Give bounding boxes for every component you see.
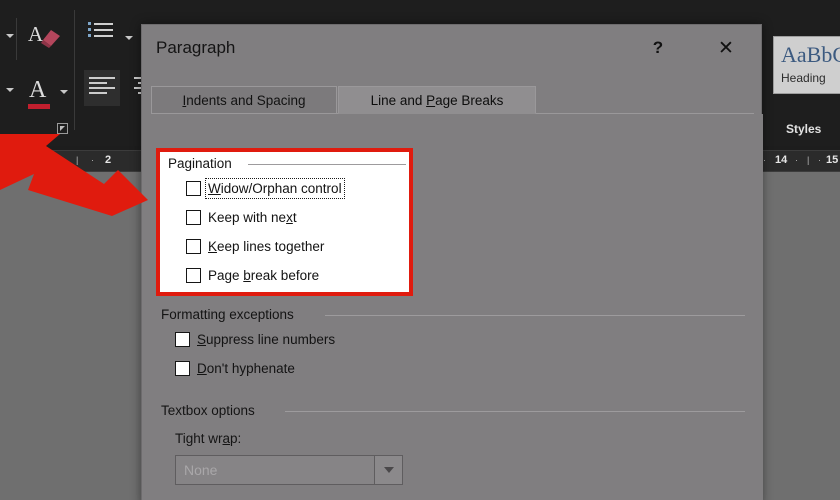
checkbox-page-break-before[interactable]: Page break before [186,268,319,283]
checkbox-label: Keep lines together [208,239,325,254]
font-color-icon[interactable]: A [28,78,58,112]
dialog-body: Pagination Widow/Orphan control Keep wit… [142,114,763,500]
ruler-mark-right-1: 14 [775,154,788,166]
checkbox-box[interactable] [186,239,201,254]
checkbox-label: Page break before [208,268,320,283]
dialog-tab-strip: Indents and Spacing Line and Page Breaks [151,86,754,114]
align-left-icon[interactable] [84,70,120,106]
bullets-icon[interactable] [88,22,113,40]
style-preview-name: Heading [781,71,826,85]
pagination-group-label: Pagination [168,156,232,171]
ribbon-group-divider [74,10,75,130]
checkbox-box[interactable] [175,361,190,376]
ruler-mark-right-2: 15 [826,154,839,166]
checkbox-label: Don't hyphenate [197,361,295,376]
close-button[interactable]: ✕ [707,33,745,63]
font-color-dropdown-chevron-icon[interactable] [6,88,14,92]
dialog-launcher-icon[interactable] [57,123,68,134]
dialog-title: Paragraph [156,38,236,57]
ruler-mark-left-2: 2 [105,154,112,166]
font-color-more-chevron-icon[interactable] [60,90,68,94]
formatting-exceptions-group-rule [325,315,745,316]
styles-group-label: Styles [786,122,822,136]
checkbox-suppress-line-numbers[interactable]: Suppress line numbers [175,332,335,347]
checkbox-box[interactable] [175,332,190,347]
checkbox-keep-lines-together[interactable]: Keep lines together [186,239,324,254]
ribbon-divider [16,18,17,60]
dialog-title-bar[interactable]: Paragraph ? ✕ [142,25,761,73]
tab-indents-and-spacing[interactable]: Indents and Spacing [151,86,337,114]
checkbox-label: Widow/Orphan control [205,178,345,199]
formatting-exceptions-group-label: Formatting exceptions [161,307,294,322]
checkbox-box[interactable] [186,181,201,196]
checkbox-box[interactable] [186,268,201,283]
checkbox-widow-orphan-control[interactable]: Widow/Orphan control [186,178,345,199]
tight-wrap-value: None [184,462,218,478]
pagination-highlight-box: Pagination Widow/Orphan control Keep wit… [156,148,413,296]
checkbox-keep-with-next[interactable]: Keep with next [186,210,297,225]
checkbox-dont-hyphenate[interactable]: Don't hyphenate [175,361,295,376]
checkbox-label: Keep with next [208,210,297,225]
ruler-mark-left-1: 1 [47,154,54,166]
font-size-dropdown-chevron-icon[interactable] [6,34,14,38]
style-preview-text: AaBbC [781,42,840,67]
styles-gallery-item[interactable]: AaBbC Heading [773,36,840,94]
pagination-group-rule [248,164,406,165]
paragraph-dialog: Paragraph ? ✕ Indents and Spacing Line a… [141,24,763,500]
checkbox-box[interactable] [186,210,201,225]
tight-wrap-label: Tight wrap: [175,431,242,446]
checkbox-label: Suppress line numbers [197,332,336,347]
textbox-options-group-rule [285,411,745,412]
tab-line-and-page-breaks[interactable]: Line and Page Breaks [338,86,536,114]
textbox-options-group-label: Textbox options [161,403,255,418]
tight-wrap-dropdown[interactable]: None [175,455,403,485]
text-highlight-color-icon[interactable]: A [28,22,62,56]
help-button[interactable]: ? [639,33,677,63]
bullets-dropdown-chevron-icon[interactable] [125,36,133,40]
chevron-down-icon[interactable] [374,456,402,484]
